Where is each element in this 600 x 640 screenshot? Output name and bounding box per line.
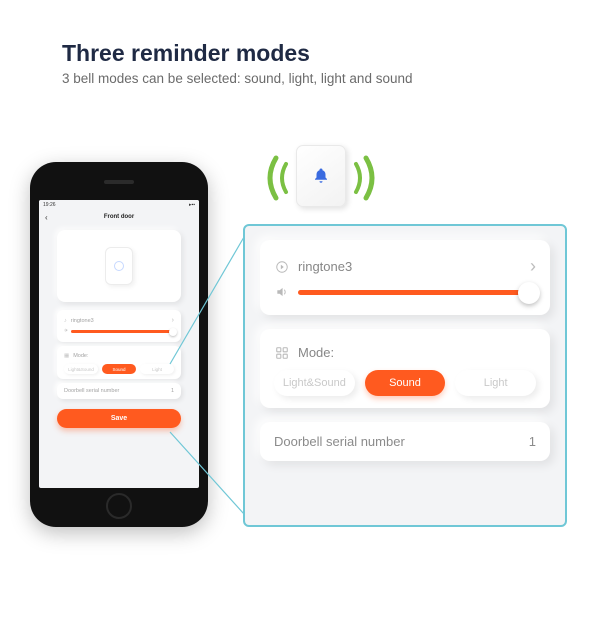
mode-sound-button[interactable]: Sound [365, 370, 446, 396]
serial-value-mini: 1 [171, 388, 174, 394]
ringtone-card: ringtone3 › [260, 240, 550, 315]
ringtone-label-mini: ringtone3 [71, 318, 168, 324]
serial-value: 1 [529, 434, 536, 449]
save-button[interactable]: Save [57, 409, 181, 428]
status-time: 19:26 [43, 202, 56, 208]
mode-label-mini: Mode: [73, 353, 174, 359]
mode-light-mini[interactable]: Light [140, 364, 174, 374]
status-icons: ▸▪▪ [189, 202, 195, 208]
mode-label: Mode: [298, 345, 536, 360]
ringtone-row-mini[interactable]: ♪ ringtone3 › [64, 315, 174, 326]
serial-card-mini: Doorbell serial number 1 [57, 383, 181, 399]
mode-card-mini: ▦ Mode: Light&Sound Sound Light [57, 346, 181, 379]
volume-row-mini[interactable]: 🕩 [64, 326, 174, 337]
ringtone-card-mini: ♪ ringtone3 › 🕩 [57, 310, 181, 342]
volume-slider[interactable] [298, 290, 532, 295]
chime-receiver [296, 145, 346, 207]
volume-slider-mini[interactable] [71, 330, 174, 333]
mode-pills: Light&Sound Sound Light [274, 370, 536, 396]
chevron-right-icon: › [172, 317, 174, 324]
phone-screen: 19:26 ▸▪▪ ‹ Front door ♪ ringtone3 › 🕩 ▦… [39, 200, 199, 488]
slider-knob[interactable] [518, 282, 540, 304]
speaker-icon: 🕩 [64, 328, 67, 335]
mode-lightsound-mini[interactable]: Light&Sound [64, 364, 98, 374]
music-note-icon: ♪ [64, 318, 67, 324]
page-subtitle: 3 bell modes can be selected: sound, lig… [62, 71, 600, 86]
serial-card[interactable]: Doorbell serial number 1 [260, 422, 550, 461]
ringtone-row[interactable]: ringtone3 › [274, 252, 536, 281]
page-title: Three reminder modes [62, 40, 600, 67]
grid-icon: ▦ [64, 353, 69, 359]
status-bar: 19:26 ▸▪▪ [39, 200, 199, 210]
screen-title: Front door [104, 214, 134, 220]
grid-icon [274, 346, 290, 360]
doorbell-graphic [105, 247, 133, 285]
phone-mockup: 19:26 ▸▪▪ ‹ Front door ♪ ringtone3 › 🕩 ▦… [30, 162, 208, 527]
zoom-panel: ringtone3 › Mode: Light&Sound Sound Ligh… [243, 224, 567, 527]
serial-label-mini: Doorbell serial number [64, 388, 119, 394]
mode-lightsound-button[interactable]: Light&Sound [274, 370, 355, 396]
device-hero-card [57, 230, 181, 302]
mode-sound-mini[interactable]: Sound [102, 364, 136, 374]
chevron-right-icon: › [530, 256, 536, 277]
mode-pills-mini: Light&Sound Sound Light [64, 364, 174, 374]
phone-speaker [104, 180, 134, 184]
ringtone-label: ringtone3 [298, 259, 522, 274]
music-note-icon [274, 260, 290, 274]
app-header: ‹ Front door [39, 210, 199, 224]
back-button[interactable]: ‹ [45, 213, 48, 222]
bell-icon [312, 167, 330, 185]
home-button[interactable] [106, 493, 132, 519]
mode-light-button[interactable]: Light [455, 370, 536, 396]
speaker-icon [274, 285, 290, 299]
mode-card: Mode: Light&Sound Sound Light [260, 329, 550, 408]
volume-row[interactable] [274, 281, 536, 303]
serial-label: Doorbell serial number [274, 434, 405, 449]
